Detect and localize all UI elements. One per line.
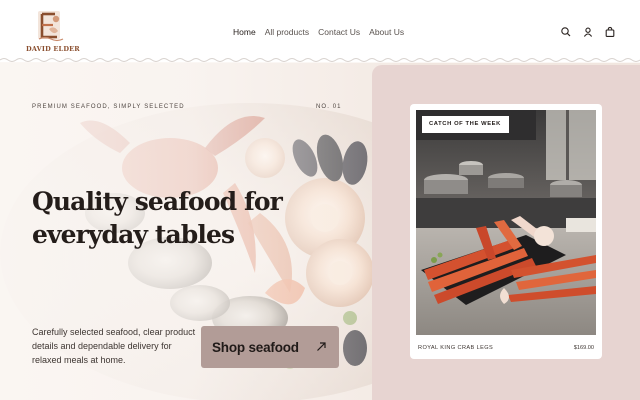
hero-description: Carefully selected seafood, clear produc… xyxy=(32,327,196,365)
header-actions xyxy=(560,25,616,37)
hero-issue-number: NO. 01 xyxy=(316,104,342,110)
nav-item-contact-us[interactable]: Contact Us xyxy=(318,27,360,37)
featured-product-price: $169.00 xyxy=(573,345,594,351)
main-nav: Home All products Contact Us About Us xyxy=(233,27,404,37)
catch-of-the-week-badge: CATCH OF THE WEEK xyxy=(422,116,509,133)
nav-item-home[interactable]: Home xyxy=(233,27,256,37)
featured-product-card[interactable]: CATCH OF THE WEEK ROYAL KING CRAB LEGS $… xyxy=(410,104,602,359)
nav-item-about-us[interactable]: About Us xyxy=(369,27,404,37)
search-icon[interactable] xyxy=(560,25,572,37)
monogram-logo-icon xyxy=(38,11,64,42)
king-crab-photo: CATCH OF THE WEEK xyxy=(416,110,596,335)
brand-name: DAVID ELDER xyxy=(26,45,80,53)
brand-logo[interactable]: DAVID ELDER xyxy=(26,9,80,55)
featured-panel: CATCH OF THE WEEK ROYAL KING CRAB LEGS $… xyxy=(372,65,640,400)
featured-product-name[interactable]: ROYAL KING CRAB LEGS xyxy=(418,345,493,351)
shop-seafood-label: Shop seafood xyxy=(212,339,299,355)
hero-headline: Quality seafood for everyday tables xyxy=(32,187,283,249)
nav-item-all-products[interactable]: All products xyxy=(265,27,309,37)
cart-icon[interactable] xyxy=(604,25,616,37)
account-icon[interactable] xyxy=(582,25,594,37)
hero-eyebrow: PREMIUM SEAFOOD, SIMPLY SELECTED xyxy=(32,104,185,110)
arrow-up-right-icon xyxy=(317,342,326,351)
hero-section: PREMIUM SEAFOOD, SIMPLY SELECTED NO. 01 … xyxy=(0,63,640,400)
site-header: DAVID ELDER Home All products Contact Us… xyxy=(0,0,640,62)
shop-seafood-button[interactable]: Shop seafood xyxy=(201,326,339,368)
